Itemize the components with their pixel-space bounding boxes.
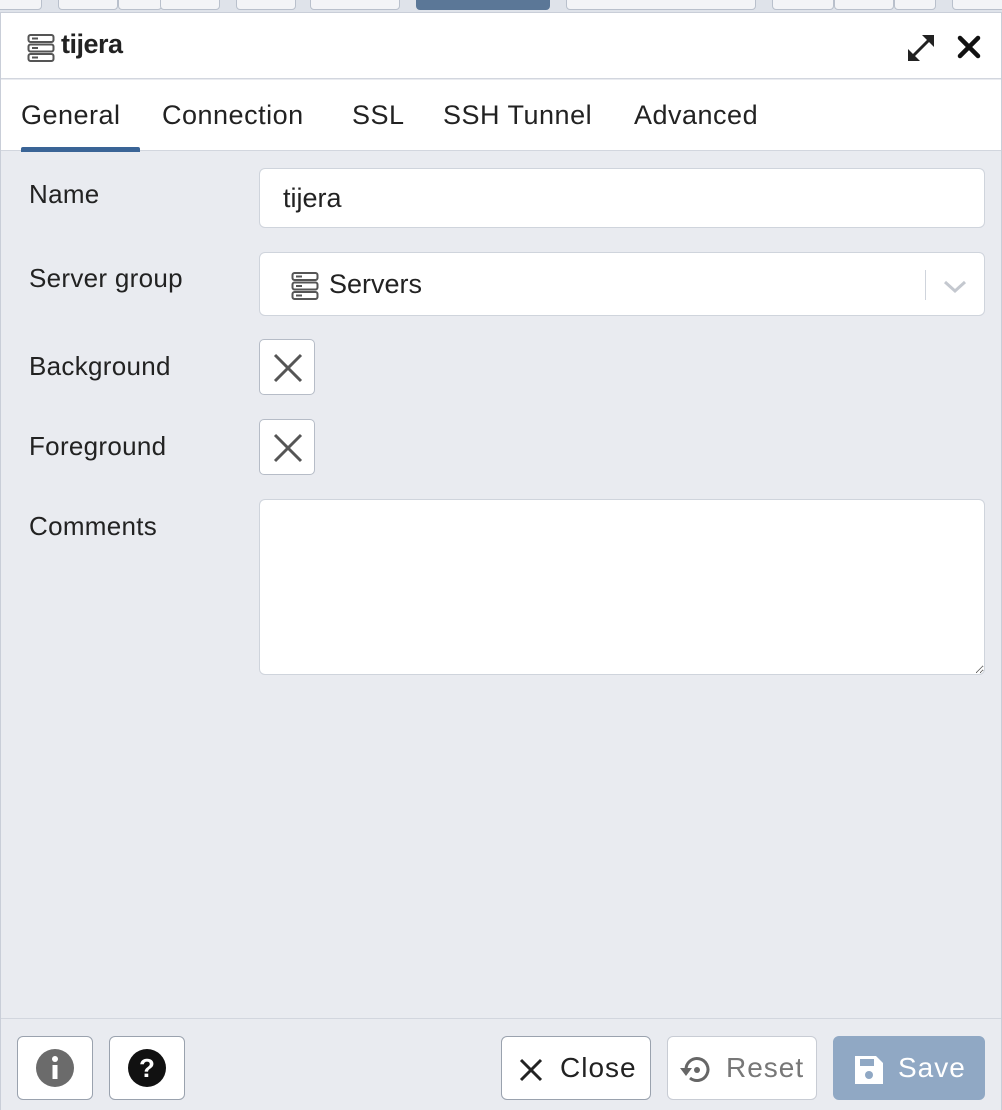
background-toolbar-button xyxy=(0,0,42,10)
background-toolbar-button xyxy=(566,0,756,10)
reset-icon xyxy=(680,1057,710,1082)
background-toolbar-button xyxy=(834,0,894,10)
name-value: tijera xyxy=(283,183,342,213)
background-color-picker[interactable] xyxy=(259,339,315,395)
tab-ssl[interactable]: SSL xyxy=(352,80,405,151)
close-icon xyxy=(519,1058,543,1082)
comments-label: Comments xyxy=(29,511,158,541)
server-group-select[interactable]: Servers xyxy=(259,252,985,316)
info-button[interactable] xyxy=(17,1036,93,1100)
server-icon xyxy=(27,33,55,63)
server-group-icon xyxy=(291,271,319,306)
background-toolbar-button xyxy=(160,0,220,10)
name-label: Name xyxy=(29,179,100,209)
comments-textarea[interactable] xyxy=(259,499,985,675)
help-button[interactable]: ? xyxy=(109,1036,185,1100)
select-separator xyxy=(925,270,926,300)
tab-advanced[interactable]: Advanced xyxy=(634,80,758,151)
tab-label: General xyxy=(21,100,121,130)
server-group-value: Servers xyxy=(329,269,423,299)
name-input[interactable]: tijera xyxy=(259,168,985,228)
save-icon xyxy=(855,1056,883,1084)
reset-button[interactable]: Reset xyxy=(667,1036,817,1100)
background-label: Background xyxy=(29,351,171,381)
background-toolbar-button xyxy=(118,0,162,10)
dialog-title: tijera xyxy=(61,29,123,59)
background-toolbar-button xyxy=(310,0,400,10)
tab-connection[interactable]: Connection xyxy=(162,80,304,151)
chevron-down-icon[interactable] xyxy=(940,273,970,299)
dialog-titlebar[interactable]: tijera xyxy=(1,13,1001,79)
save-button-label: Save xyxy=(898,1052,966,1083)
tab-label: Connection xyxy=(162,100,304,130)
close-icon[interactable] xyxy=(953,31,985,63)
background-toolbar-button xyxy=(416,0,550,10)
background-toolbar-button xyxy=(58,0,118,10)
server-group-label: Server group xyxy=(29,263,183,293)
save-button[interactable]: Save xyxy=(833,1036,985,1100)
background-toolbar-button xyxy=(772,0,834,10)
reset-button-label: Reset xyxy=(726,1052,805,1083)
tab-ssh-tunnel[interactable]: SSH Tunnel xyxy=(443,80,592,151)
tab-general[interactable]: General xyxy=(21,80,140,152)
clear-color-icon xyxy=(273,353,303,383)
expand-icon[interactable] xyxy=(903,31,939,65)
tab-label: SSH Tunnel xyxy=(443,100,593,130)
dialog-footer: ? Close Reset Save xyxy=(1,1018,1001,1110)
svg-text:?: ? xyxy=(139,1053,155,1083)
help-icon: ? xyxy=(128,1049,166,1087)
close-button-label: Close xyxy=(560,1052,637,1083)
tab-bar: General Connection SSL SSH Tunnel Advanc… xyxy=(1,80,1001,152)
background-toolbar-button xyxy=(236,0,296,10)
background-toolbar-button xyxy=(952,0,1002,10)
foreground-color-picker[interactable] xyxy=(259,419,315,475)
server-properties-dialog: tijera General Connection SSL SSH Tunnel… xyxy=(0,12,1002,1110)
tab-label: Advanced xyxy=(634,100,759,130)
info-icon xyxy=(36,1049,74,1087)
background-toolbar-button xyxy=(894,0,936,10)
foreground-label: Foreground xyxy=(29,431,167,461)
clear-color-icon xyxy=(273,433,303,463)
tab-label: SSL xyxy=(352,100,405,130)
close-button[interactable]: Close xyxy=(501,1036,651,1100)
